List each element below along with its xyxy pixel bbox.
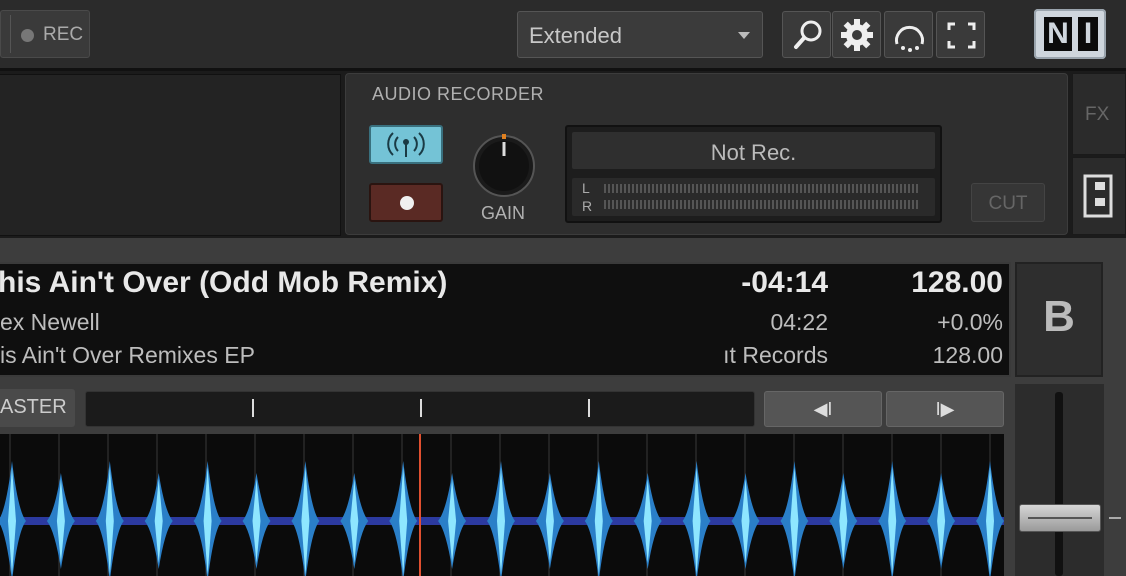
deck-letter: B (1043, 292, 1075, 341)
preferences-button[interactable] (832, 11, 881, 58)
rec-button[interactable]: REC (0, 10, 90, 58)
gear-icon (841, 19, 873, 51)
layout-select-value: Extended (529, 23, 622, 48)
beatjump-forward-button[interactable]: I▶ (886, 391, 1004, 427)
tempo-fader-track (1055, 392, 1063, 576)
broadcast-button[interactable] (369, 125, 443, 164)
rec-label: REC (43, 24, 84, 45)
chevron-down-icon (738, 32, 750, 39)
recorder-status: Not Rec. (710, 140, 797, 165)
track-album: is Ain't Over Remixes EP (0, 342, 255, 368)
separator (10, 15, 11, 53)
fader-icon (1083, 174, 1113, 218)
beat-tick (420, 399, 422, 417)
meter-right-bar (604, 200, 920, 209)
time-remaining: -04:14 (741, 266, 828, 299)
original-bpm: 128.00 (932, 342, 1003, 368)
gain-label: GAIN (481, 203, 526, 223)
fullscreen-icon (947, 22, 976, 49)
logo-letter-i: I (1078, 17, 1098, 51)
tempo-fader-handle[interactable] (1019, 504, 1101, 532)
fader-center-mark (1109, 517, 1121, 519)
mixer-tab[interactable] (1072, 157, 1126, 235)
tempo-bpm: 128.00 (911, 266, 1003, 299)
fullscreen-button[interactable] (936, 11, 985, 58)
search-button[interactable] (782, 11, 831, 58)
waveform-display[interactable] (0, 434, 1004, 576)
record-button[interactable] (369, 183, 443, 222)
fader-handle-line (1028, 517, 1092, 519)
master-label: ASTER (0, 396, 67, 418)
audio-recorder-title: AUDIO RECORDER (372, 84, 545, 104)
master-button[interactable]: ASTER (0, 389, 75, 427)
loop-button[interactable] (884, 11, 933, 58)
fx-tab[interactable]: FX (1072, 73, 1126, 155)
meter-left-label: L (582, 180, 590, 196)
search-icon (794, 20, 822, 49)
beatjump-back-button[interactable]: ◀I (764, 391, 882, 427)
logo-letter-n: N (1044, 17, 1072, 51)
ni-logo: N I (1034, 9, 1106, 59)
gain-knob[interactable] (472, 134, 536, 198)
meter-left-bar (604, 184, 920, 193)
layout-select[interactable]: Extended (517, 11, 763, 58)
record-label: ıt Records (723, 342, 828, 368)
meter-right-label: R (582, 198, 593, 214)
beat-tick (588, 399, 590, 417)
time-total: 04:22 (770, 309, 828, 335)
pitch-percent: +0.0% (937, 309, 1003, 335)
rec-dot-icon (21, 29, 34, 42)
loop-icon (895, 26, 924, 52)
empty-panel (0, 74, 341, 236)
waveform-graphic (0, 434, 1004, 576)
track-artist: ex Newell (0, 309, 100, 335)
cut-button[interactable]: CUT (971, 183, 1045, 222)
broadcast-icon (387, 132, 425, 157)
fx-tab-label: FX (1085, 104, 1110, 125)
beat-tick (252, 399, 254, 417)
track-title: his Ain't Over (Odd Mob Remix) (0, 266, 448, 299)
record-icon (400, 196, 414, 210)
cut-label: CUT (988, 193, 1028, 214)
